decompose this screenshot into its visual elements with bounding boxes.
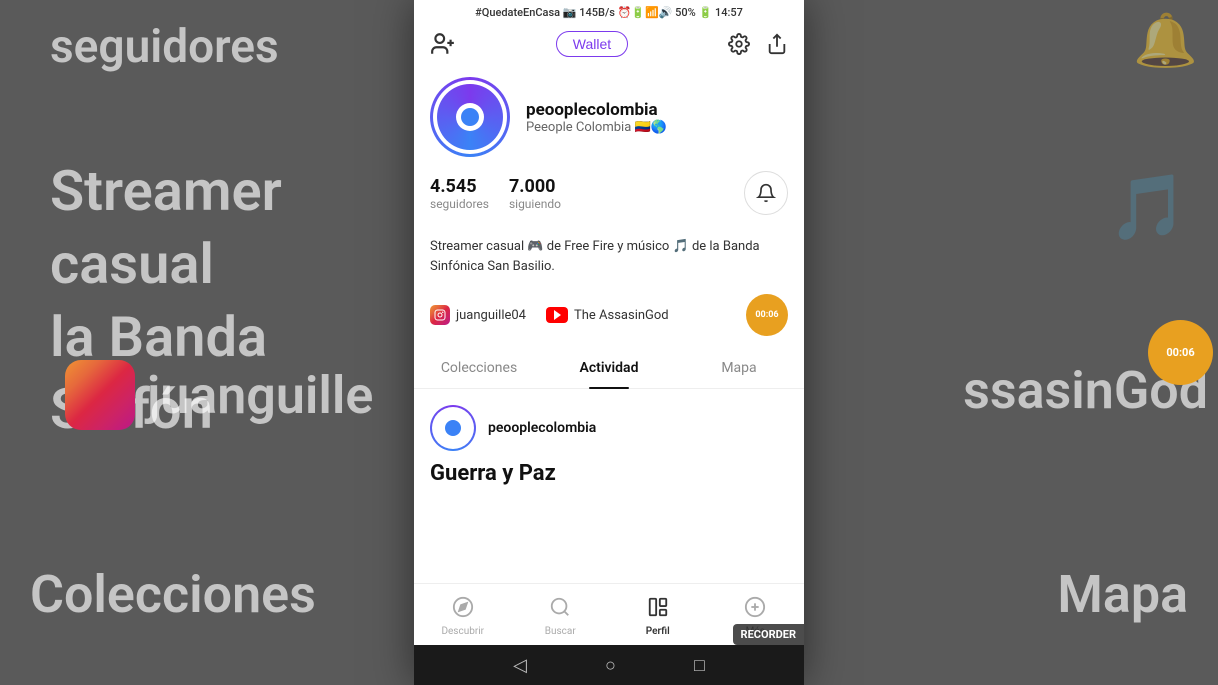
system-nav-bar: ◁ ○ □ — [414, 645, 804, 685]
avatar-container — [430, 77, 510, 157]
nav-buscar[interactable]: Buscar — [512, 592, 610, 641]
search-icon — [549, 596, 571, 624]
bg-timer: 00:06 — [1148, 320, 1213, 385]
avatar-inner — [433, 80, 507, 154]
followers-count: 4.545 — [430, 176, 489, 197]
followers-label: seguidores — [430, 197, 489, 211]
activity-avatar — [430, 405, 476, 451]
tab-actividad[interactable]: Actividad — [544, 348, 674, 388]
profile-header: peooplecolombia Peeople Colombia 🇨🇴🌎 — [430, 77, 788, 157]
following-stat: 7.000 siguiendo — [509, 176, 561, 211]
bg-instagram-row: juanguille — [65, 360, 373, 430]
instagram-link[interactable]: juanguille04 — [430, 305, 526, 325]
plus-icon — [744, 596, 766, 624]
battery-text: 50% — [675, 6, 696, 19]
tab-colecciones[interactable]: Colecciones — [414, 348, 544, 388]
top-action-bar: Wallet — [414, 23, 804, 65]
social-links: juanguille04 The AssasinGod 00:06 — [414, 286, 804, 348]
share-button[interactable] — [766, 33, 788, 55]
content-area: peooplecolombia Guerra y Paz — [414, 389, 804, 583]
avatar-dot — [456, 103, 484, 131]
avatar-circle — [437, 84, 503, 150]
bell-icon — [756, 183, 776, 203]
bio-text: Streamer casual 🎮 de Free Fire y músico … — [430, 237, 788, 276]
live-timer: 00:06 — [746, 294, 788, 336]
background-left: seguidores Streamer casual la Banda Sinf… — [0, 0, 420, 685]
clock-text: 14:57 — [715, 6, 743, 19]
avatar-ring — [430, 77, 510, 157]
bg-music-icon: 🎵 — [1108, 170, 1188, 245]
status-bar-text: #QuedateEnCasa 📷 145B/s ⏰🔋📶🔊 50% 🔋 14:57 — [475, 6, 743, 19]
activity-item: peooplecolombia — [430, 405, 788, 451]
nav-perfil-label: Perfil — [646, 626, 670, 637]
bg-colecciones-text: Colecciones — [30, 564, 316, 625]
instagram-handle: juanguille04 — [456, 308, 526, 323]
nav-descubrir-label: Descubrir — [441, 626, 484, 637]
bg-seguidores-text: seguidores — [50, 20, 279, 74]
flag-emojis: 🇨🇴🌎 — [635, 120, 667, 135]
top-right-icons — [728, 33, 788, 55]
nav-descubrir[interactable]: Descubrir — [414, 592, 512, 641]
activity-avatar-inner — [432, 407, 474, 449]
activity-dot — [445, 420, 461, 436]
home-button[interactable]: ○ — [605, 655, 616, 676]
add-user-icon — [430, 31, 456, 57]
ig-svg — [434, 309, 446, 321]
nav-perfil[interactable]: Perfil — [609, 592, 707, 641]
stats-row: 4.545 seguidores 7.000 siguiendo — [430, 171, 788, 215]
add-user-button[interactable] — [430, 31, 456, 57]
recorder-badge: RECORDER — [733, 624, 804, 645]
display-name-text: Peeople Colombia — [526, 120, 631, 135]
background-right: 🔔 🎵 ssasinGod Mapa 00:06 — [798, 0, 1218, 685]
status-bar: #QuedateEnCasa 📷 145B/s ⏰🔋📶🔊 50% 🔋 14:57 — [414, 0, 804, 23]
activity-username: peooplecolombia — [488, 420, 596, 436]
grid-icon — [647, 596, 669, 624]
hashtag-text: #QuedateEnCasa — [475, 6, 560, 19]
profile-username: peooplecolombia — [526, 100, 788, 120]
activity-post-title: Guerra y Paz — [430, 461, 788, 486]
instagram-icon — [430, 305, 450, 325]
network-speed: 145B/s — [579, 6, 615, 19]
wallet-button[interactable]: Wallet — [556, 31, 628, 57]
notification-bell-button[interactable] — [744, 171, 788, 215]
avatar-dot-inner — [461, 108, 479, 126]
nav-buscar-label: Buscar — [545, 626, 576, 637]
youtube-icon — [546, 307, 568, 323]
bg-ig-handle: juanguille — [147, 365, 373, 426]
followers-stat: 4.545 seguidores — [430, 176, 489, 211]
youtube-handle: The AssasinGod — [574, 308, 669, 323]
profile-info: peooplecolombia Peeople Colombia 🇨🇴🌎 — [526, 100, 788, 135]
share-icon — [766, 33, 788, 55]
settings-button[interactable] — [728, 33, 750, 55]
bio-section: Streamer casual 🎮 de Free Fire y músico … — [414, 227, 804, 286]
yt-play-icon — [554, 310, 561, 320]
phone-frame: #QuedateEnCasa 📷 145B/s ⏰🔋📶🔊 50% 🔋 14:57… — [414, 0, 804, 685]
tab-mapa[interactable]: Mapa — [674, 348, 804, 388]
profile-display-name: Peeople Colombia 🇨🇴🌎 — [526, 120, 788, 135]
following-label: siguiendo — [509, 197, 561, 211]
tabs-bar: Colecciones Actividad Mapa — [414, 348, 804, 389]
bg-mapa-text: Mapa — [1057, 564, 1188, 625]
following-count: 7.000 — [509, 176, 561, 197]
back-button[interactable]: ◁ — [513, 655, 527, 676]
settings-icon — [728, 33, 750, 55]
profile-section: peooplecolombia Peeople Colombia 🇨🇴🌎 4.5… — [414, 65, 804, 227]
bg-ig-icon — [65, 360, 135, 430]
bg-bell-icon: 🔔 — [1133, 10, 1198, 71]
recents-button[interactable]: □ — [694, 655, 705, 676]
compass-icon — [452, 596, 474, 624]
youtube-link[interactable]: The AssasinGod — [546, 307, 669, 323]
